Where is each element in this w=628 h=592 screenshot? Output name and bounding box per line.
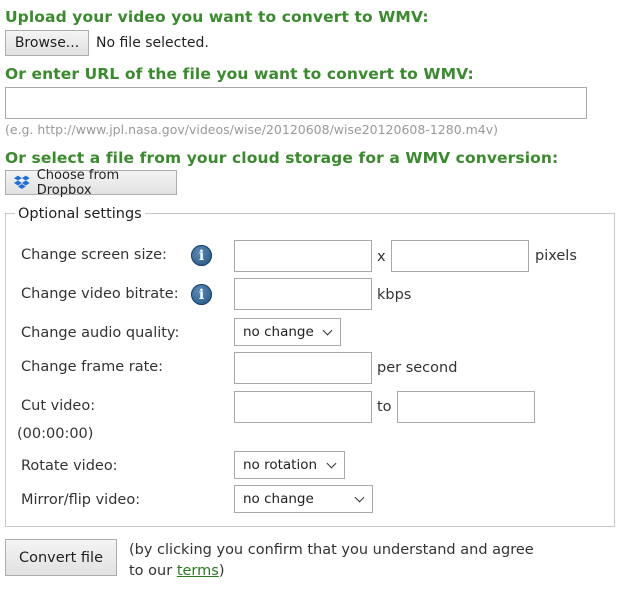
rotate-video-label: Rotate video: bbox=[21, 458, 118, 474]
dropbox-icon bbox=[13, 175, 30, 189]
cut-start-input[interactable] bbox=[234, 391, 372, 423]
bitrate-info-icon[interactable]: i bbox=[191, 284, 212, 305]
cut-video-label: Cut video: bbox=[21, 398, 96, 414]
browse-button[interactable]: Browse... bbox=[5, 30, 89, 56]
optional-settings-legend: Optional settings bbox=[15, 206, 145, 222]
upload-heading: Upload your video you want to convert to… bbox=[5, 8, 429, 26]
mirror-flip-label: Mirror/flip video: bbox=[21, 492, 141, 508]
frame-rate-unit: per second bbox=[377, 360, 458, 376]
mirror-flip-select[interactable]: no change bbox=[234, 485, 373, 513]
screen-size-unit: pixels bbox=[535, 248, 577, 264]
bitrate-unit: kbps bbox=[377, 287, 412, 303]
frame-rate-input[interactable] bbox=[234, 352, 372, 384]
screen-height-input[interactable] bbox=[391, 240, 529, 272]
screen-size-separator: x bbox=[377, 249, 386, 265]
screen-size-info-icon[interactable]: i bbox=[191, 245, 212, 266]
terms-note: (by clicking you confirm that you unders… bbox=[129, 540, 549, 582]
screen-width-input[interactable] bbox=[234, 240, 372, 272]
rotate-video-select[interactable]: no rotation bbox=[234, 451, 345, 479]
url-example-hint: (e.g. http://www.jpl.nasa.gov/videos/wis… bbox=[5, 122, 499, 137]
audio-quality-select[interactable]: no change bbox=[234, 318, 341, 346]
chevron-down-icon bbox=[322, 325, 333, 336]
cut-video-format-hint: (00:00:00) bbox=[17, 426, 94, 442]
url-heading: Or enter URL of the file you want to con… bbox=[5, 65, 474, 83]
cut-separator: to bbox=[377, 399, 392, 415]
chevron-down-icon bbox=[354, 492, 365, 503]
audio-quality-value: no change bbox=[243, 324, 314, 340]
file-status: No file selected. bbox=[96, 35, 209, 51]
bitrate-label: Change video bitrate: bbox=[21, 286, 179, 302]
url-input[interactable] bbox=[5, 87, 587, 119]
bitrate-input[interactable] bbox=[234, 278, 372, 310]
choose-dropbox-button[interactable]: Choose from Dropbox bbox=[5, 167, 177, 198]
rotate-video-value: no rotation bbox=[243, 457, 318, 473]
cloud-heading: Or select a file from your cloud storage… bbox=[5, 149, 559, 167]
screen-size-label: Change screen size: bbox=[21, 247, 167, 263]
terms-link[interactable]: terms bbox=[177, 563, 219, 579]
frame-rate-label: Change frame rate: bbox=[21, 359, 164, 375]
dropbox-button-label: Choose from Dropbox bbox=[36, 167, 120, 198]
terms-note-close: ) bbox=[218, 563, 225, 579]
audio-quality-label: Change audio quality: bbox=[21, 325, 180, 341]
cut-end-input[interactable] bbox=[397, 391, 535, 423]
chevron-down-icon bbox=[326, 458, 337, 469]
convert-file-button[interactable]: Convert file bbox=[5, 539, 117, 576]
mirror-flip-value: no change bbox=[243, 491, 314, 507]
